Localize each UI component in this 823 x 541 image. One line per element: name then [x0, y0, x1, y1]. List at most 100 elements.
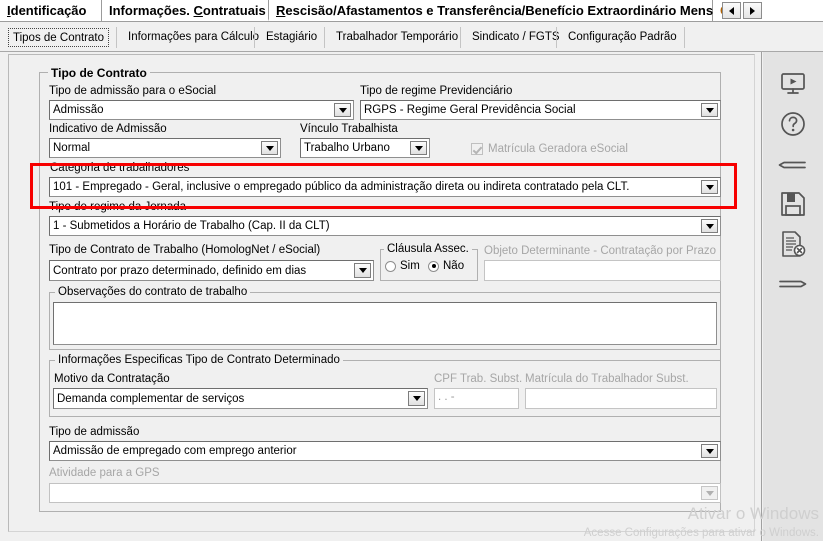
subtab-tipos-de-contrato[interactable]: Tipos de Contrato — [8, 28, 109, 47]
subtab-divider — [324, 27, 325, 48]
chevron-down-icon — [338, 107, 347, 113]
tab-identificacao[interactable]: Identificação — [0, 0, 102, 21]
chevron-down-icon — [265, 145, 274, 151]
subtab-divider — [556, 27, 557, 48]
combo-vinculo-trabalhista[interactable]: Trabalho Urbano — [300, 138, 430, 158]
tab-rescisao-accel: R — [276, 3, 286, 18]
tab-rescisao-afastamentos[interactable]: Rescisão/Afastamentos e Transferência/Be… — [269, 0, 724, 21]
right-toolbar — [763, 52, 823, 541]
combo-tipo-admissao-esocial-arrow[interactable] — [334, 103, 351, 117]
document-cancel-icon-button[interactable] — [778, 229, 808, 259]
chevron-right-icon — [750, 6, 755, 15]
label-atividade-gps: Atividade para a GPS — [49, 467, 160, 479]
subtab-sindicato-label: indicato / FGTS — [479, 31, 560, 43]
label-motivo-contratacao: Motivo da Contratação — [54, 373, 170, 385]
label-tipo-admissao: Tipo de admissão — [49, 426, 140, 438]
combo-categoria-trabalhadores-value: 101 - Empregado - Geral, inclusive o emp… — [53, 181, 630, 193]
group-clausula-assec-title: Cláusula Assec. — [384, 243, 472, 255]
checkbox-matricula-geradora-esocial: Matrícula Geradora eSocial — [471, 143, 628, 155]
group-tipo-de-contrato-title: Tipo de Contrato — [48, 66, 150, 80]
input-objeto-determinante — [484, 260, 721, 281]
main-content-area: Tipo de Contrato Tipo de admissão para o… — [0, 52, 762, 541]
subtab-estagiario[interactable]: Estagiário — [262, 28, 321, 47]
combo-tipo-contrato-trabalho[interactable]: Contrato por prazo determinado, definido… — [49, 260, 374, 281]
floppy-save-icon-button[interactable] — [778, 189, 808, 219]
combo-vinculo-trabalhista-arrow[interactable] — [410, 141, 427, 155]
subtab-sindicato-fgts[interactable]: Sindicato / FGTS — [468, 28, 564, 47]
textarea-observacoes[interactable] — [53, 302, 717, 345]
combo-motivo-contratacao-arrow[interactable] — [408, 391, 425, 406]
subtab-divider — [254, 27, 255, 48]
arrow-right-icon-button[interactable] — [778, 269, 808, 299]
chevron-down-icon — [358, 268, 367, 273]
chevron-down-icon — [705, 184, 714, 190]
radio-button-selected-icon — [428, 260, 439, 272]
combo-tipo-admissao-arrow[interactable] — [701, 444, 718, 458]
tab-rescisao-label: escisão/Afastamentos e Transferência/Ben… — [285, 3, 724, 18]
main-tab-scroll-next[interactable] — [743, 2, 762, 19]
label-objeto-determinante: Objeto Determinante - Contratação por Pr… — [484, 245, 717, 257]
combo-tipo-contrato-trabalho-value: Contrato por prazo determinado, definido… — [53, 264, 307, 277]
combo-indicativo-admissao-value: Normal — [53, 142, 91, 154]
combo-atividade-gps-arrow — [701, 486, 718, 500]
combo-tipo-regime-jornada[interactable]: 1 - Submetidos a Horário de Trabalho (Ca… — [49, 216, 721, 236]
combo-tipo-admissao[interactable]: Admissão de empregado com emprego anteri… — [49, 441, 721, 461]
combo-categoria-trabalhadores-arrow[interactable] — [701, 180, 718, 194]
tab-informacoes-contratuais[interactable]: Informações. Contratuais — [102, 0, 269, 21]
chevron-down-icon — [705, 490, 714, 496]
label-cpf-trab-subst: CPF Trab. Subst. — [434, 373, 523, 385]
label-indicativo-admissao: Indicativo de Admissão — [49, 123, 167, 135]
label-tipo-admissao-esocial: Tipo de admissão para o eSocial — [49, 85, 217, 97]
label-matricula-trabalhador-subst: Matrícula do Trabalhador Subst. — [525, 373, 689, 385]
chevron-left-icon — [729, 6, 734, 15]
chevron-down-icon — [705, 223, 714, 229]
subtab-tipos-label: ipos de Contrato — [19, 32, 104, 44]
chevron-down-icon — [705, 107, 714, 113]
chevron-down-icon — [705, 448, 714, 454]
radio-clausula-assec-nao[interactable]: Não — [428, 260, 464, 272]
group-informacoes-especificas-title: Informações Especificas Tipo de Contrato… — [55, 354, 343, 366]
subtab-trabalhador-temporario[interactable]: Trabalhador Temporário — [332, 28, 462, 47]
checkmark-icon — [471, 143, 483, 155]
combo-tipo-admissao-esocial[interactable]: Admissão — [49, 100, 354, 120]
help-question-icon-button[interactable] — [778, 109, 808, 139]
chevron-down-icon — [412, 396, 421, 401]
combo-tipo-contrato-trabalho-arrow[interactable] — [354, 263, 371, 278]
combo-indicativo-admissao[interactable]: Normal — [49, 138, 281, 158]
subtab-configuracao-padrao[interactable]: Configuração Padrão — [564, 28, 681, 47]
combo-tipo-regime-previdenciario-arrow[interactable] — [701, 103, 718, 117]
combo-categoria-trabalhadores[interactable]: 101 - Empregado - Geral, inclusive o emp… — [49, 177, 721, 197]
application-window: Identificação Informações. Contratuais R… — [0, 0, 823, 541]
combo-tipo-regime-previdenciario[interactable]: RGPS - Regime Geral Previdência Social — [360, 100, 721, 120]
subtab-trabtemp-accel: T — [336, 31, 343, 43]
combo-tipo-regime-jornada-arrow[interactable] — [701, 219, 718, 233]
radio-clausula-assec-nao-label: Não — [443, 260, 465, 272]
label-tipo-contrato-trabalho: Tipo de Contrato de Trabalho (HomologNet… — [49, 244, 321, 256]
subtab-estagiario-label: stagiário — [273, 31, 318, 43]
tab-informacoes-contratuais-accel: C — [193, 3, 203, 18]
subtab-sindicato-accel: S — [472, 31, 480, 43]
video-monitor-icon-button[interactable] — [778, 69, 808, 99]
combo-motivo-contratacao-value: Demanda complementar de serviços — [57, 392, 245, 405]
form-panel: Tipo de Contrato Tipo de admissão para o… — [8, 54, 755, 532]
combo-indicativo-admissao-arrow[interactable] — [261, 141, 278, 155]
arrow-left-icon-button[interactable] — [778, 150, 808, 180]
subtab-tipos-accel: T — [13, 32, 20, 44]
input-cpf-trab-subst-value: . . - — [438, 391, 455, 403]
label-vinculo-trabalhista: Vínculo Trabalhista — [300, 123, 398, 135]
group-observacoes-title: Observações do contrato de trabalho — [55, 286, 251, 298]
combo-tipo-admissao-value: Admissão de empregado com emprego anteri… — [53, 445, 297, 457]
main-tab-scroll-prev[interactable] — [722, 2, 741, 19]
combo-atividade-gps — [49, 483, 721, 503]
radio-clausula-assec-sim[interactable]: Sim — [385, 260, 420, 272]
combo-motivo-contratacao[interactable]: Demanda complementar de serviços — [53, 388, 428, 409]
combo-vinculo-trabalhista-value: Trabalho Urbano — [304, 142, 390, 154]
subtab-trabtemp-label: rabalhador Temporário — [342, 31, 459, 43]
input-matricula-trabalhador-subst — [525, 388, 717, 409]
sub-tab-bar: Tipos de Contrato Informações para Cálcu… — [0, 22, 823, 70]
combo-tipo-regime-previdenciario-value: RGPS - Regime Geral Previdência Social — [364, 104, 576, 116]
input-cpf-trab-subst: . . - — [434, 388, 519, 409]
subtab-informacoes-para-calculo[interactable]: Informações para Cálculo — [124, 28, 263, 47]
main-tab-bar: Identificação Informações. Contratuais R… — [0, 0, 823, 22]
combo-tipo-admissao-esocial-value: Admissão — [53, 104, 104, 116]
